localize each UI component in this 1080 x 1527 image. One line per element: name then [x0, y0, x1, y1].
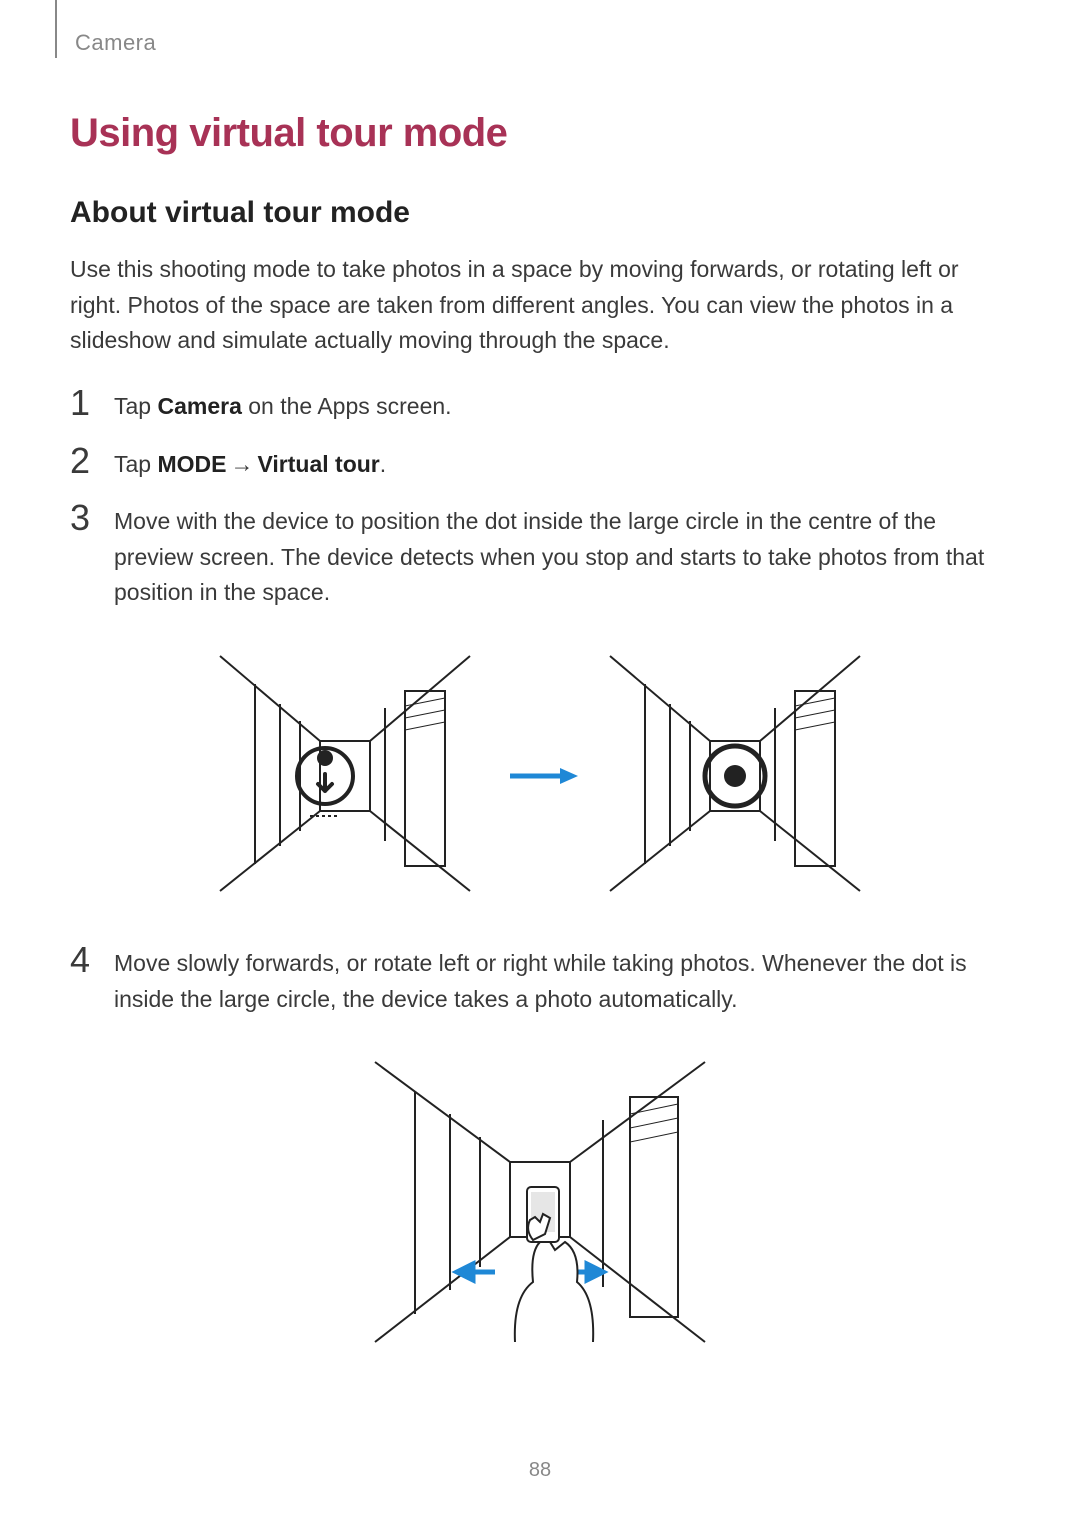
text-fragment: Tap [114, 451, 157, 477]
step-text: Move slowly forwards, or rotate left or … [114, 946, 1010, 1017]
page-number: 88 [0, 1459, 1080, 1482]
step-number: 3 [70, 500, 114, 536]
bold-mode: MODE [157, 451, 226, 477]
step-number: 2 [70, 443, 114, 479]
step-2: 2 Tap MODE → Virtual tour. [70, 447, 1010, 483]
step-text: Tap MODE → Virtual tour. [114, 447, 386, 483]
steps-list-contd: 4 Move slowly forwards, or rotate left o… [70, 946, 1010, 1017]
header-rule [55, 0, 57, 58]
step-text: Move with the device to position the dot… [114, 504, 1010, 611]
step-number: 1 [70, 385, 114, 421]
step-3: 3 Move with the device to position the d… [70, 504, 1010, 611]
step-number: 4 [70, 942, 114, 978]
breadcrumb: Camera [75, 30, 1010, 56]
step-4: 4 Move slowly forwards, or rotate left o… [70, 946, 1010, 1017]
section-heading: About virtual tour mode [70, 196, 1010, 230]
figure-person-hallway [70, 1042, 1010, 1352]
bold-camera: Camera [157, 393, 241, 419]
intro-paragraph: Use this shooting mode to take photos in… [70, 252, 1010, 359]
page-content: Camera Using virtual tour mode About vir… [0, 0, 1080, 1352]
arrow-right-icon: → [230, 447, 253, 483]
text-fragment: Tap [114, 393, 157, 419]
figure-hallway-transition [70, 636, 1010, 911]
step-1: 1 Tap Camera on the Apps screen. [70, 389, 1010, 425]
text-fragment: . [380, 451, 386, 477]
page-title: Using virtual tour mode [70, 111, 1010, 156]
step-text: Tap Camera on the Apps screen. [114, 389, 452, 425]
text-fragment: on the Apps screen. [242, 393, 452, 419]
steps-list: 1 Tap Camera on the Apps screen. 2 Tap M… [70, 389, 1010, 611]
bold-virtual-tour: Virtual tour [257, 451, 379, 477]
